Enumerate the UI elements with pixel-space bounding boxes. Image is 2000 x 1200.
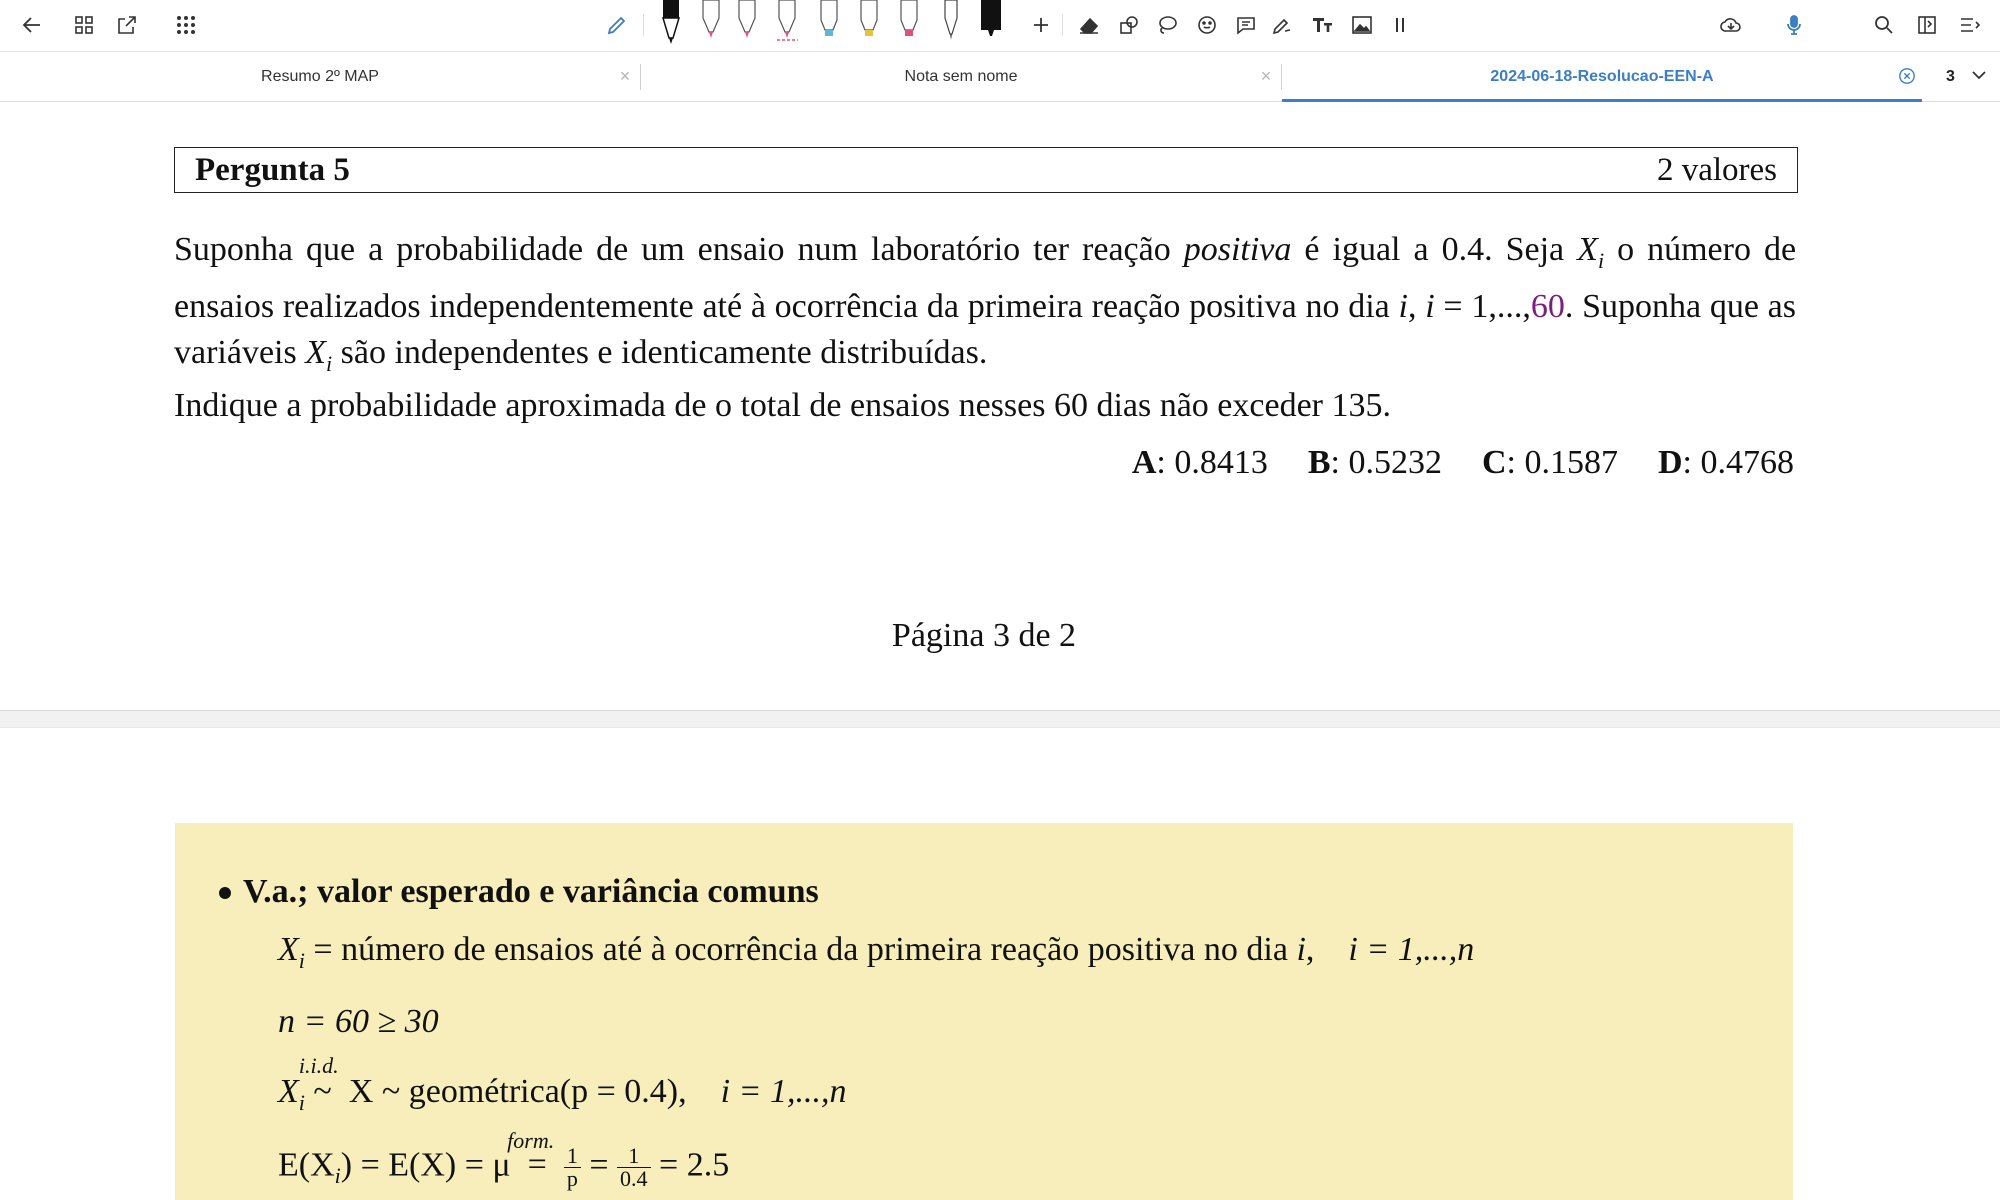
sticker-icon[interactable] [1190, 8, 1224, 42]
tab-bar: Resumo 2º MAP × Nota sem nome × 2024-06-… [0, 52, 2000, 102]
option-b: B: 0.5232 [1307, 444, 1442, 481]
page-separator [0, 710, 2000, 728]
answer-options: A: 0.8413 B: 0.5232 C: 0.1587 D: 0.4768 [1132, 444, 1794, 482]
text-tool-icon[interactable] [1306, 8, 1340, 42]
pen-tool-black[interactable] [658, 0, 684, 48]
microphone-icon[interactable] [1777, 8, 1811, 42]
pen-tool-pink-2[interactable] [734, 0, 760, 48]
chevron-down-icon[interactable] [1970, 66, 1988, 84]
fountain-pen-tool[interactable] [938, 0, 964, 48]
page-footer: Página 3 de 2 [891, 617, 1077, 654]
option-a: A: 0.8413 [1131, 444, 1268, 481]
pen-tool-pink-dashed[interactable] [774, 0, 800, 48]
note-heading: V.a.; valor esperado e variância comuns [219, 873, 819, 910]
note-line-4: E(Xi) = E(X) = μ form. = 1p = 1 0.4 = 2.5 [278, 1128, 730, 1191]
note-line-2: n = 60 ≥ 30 [278, 1003, 439, 1040]
highlighter-tool-blue[interactable] [816, 0, 842, 48]
option-d: D: 0.4768 [1657, 444, 1794, 481]
cloud-sync-icon[interactable] [1714, 8, 1748, 42]
add-pen-icon[interactable] [1024, 8, 1058, 42]
pen-mode-icon[interactable] [600, 8, 634, 42]
export-icon[interactable] [110, 8, 144, 42]
solution-note: V.a.; valor esperado e variância comuns … [175, 823, 1793, 1200]
laser-pointer-icon[interactable] [1265, 8, 1299, 42]
close-icon[interactable]: × [1257, 66, 1275, 86]
more-tools-icon[interactable] [1383, 8, 1417, 42]
tab-label: 2024-06-18-Resolucao-EEN-A [1490, 67, 1714, 85]
tab-label: Nota sem nome [904, 67, 1018, 85]
image-tool-icon[interactable] [1345, 8, 1379, 42]
note-line-1: Xi = número de ensaios até à ocorrência … [278, 931, 1475, 973]
back-arrow-icon[interactable] [15, 8, 49, 42]
highlighter-tool-yellow[interactable] [856, 0, 882, 48]
pen-tool-pink[interactable] [698, 0, 724, 48]
close-icon[interactable]: × [616, 66, 634, 86]
outline-menu-icon[interactable] [1953, 8, 1987, 42]
question-header: Pergunta 5 2 valores [174, 147, 1798, 193]
comment-icon[interactable] [1229, 8, 1263, 42]
bookmark-pages-icon[interactable] [1910, 8, 1944, 42]
question-prompt: Indique a probabilidade aproximada de o … [174, 387, 1391, 424]
shapes-icon[interactable] [1112, 8, 1146, 42]
grid-view-icon[interactable] [67, 8, 101, 42]
eraser-icon[interactable] [1072, 8, 1106, 42]
tab-resumo[interactable]: Resumo 2º MAP × [0, 52, 640, 101]
tab-nota-sem-nome[interactable]: Nota sem nome × [641, 52, 1281, 101]
highlighter-tool-pink[interactable] [896, 0, 922, 48]
tab-label: Resumo 2º MAP [261, 67, 379, 85]
question-points: 2 valores [1656, 151, 1777, 188]
page-count[interactable]: 3 [1946, 52, 1955, 101]
apps-menu-icon[interactable] [169, 8, 203, 42]
question-title: Pergunta 5 [195, 151, 350, 188]
toolbar [0, 0, 2000, 52]
document-page: Pergunta 5 2 valores Suponha que a proba… [0, 102, 2000, 1200]
search-icon[interactable] [1867, 8, 1901, 42]
tab-resolucao[interactable]: 2024-06-18-Resolucao-EEN-A [1282, 52, 1922, 102]
marker-tool-black[interactable] [978, 0, 1004, 48]
close-circle-icon[interactable] [1898, 67, 1916, 85]
option-c: C: 0.1587 [1481, 444, 1618, 481]
question-statement: Suponha que a probabilidade de um ensaio… [174, 231, 1797, 376]
lasso-icon[interactable] [1150, 8, 1184, 42]
note-line-3: Xi i.i.d. ~ X ~ geométrica(p = 0.4), i = … [278, 1053, 847, 1115]
